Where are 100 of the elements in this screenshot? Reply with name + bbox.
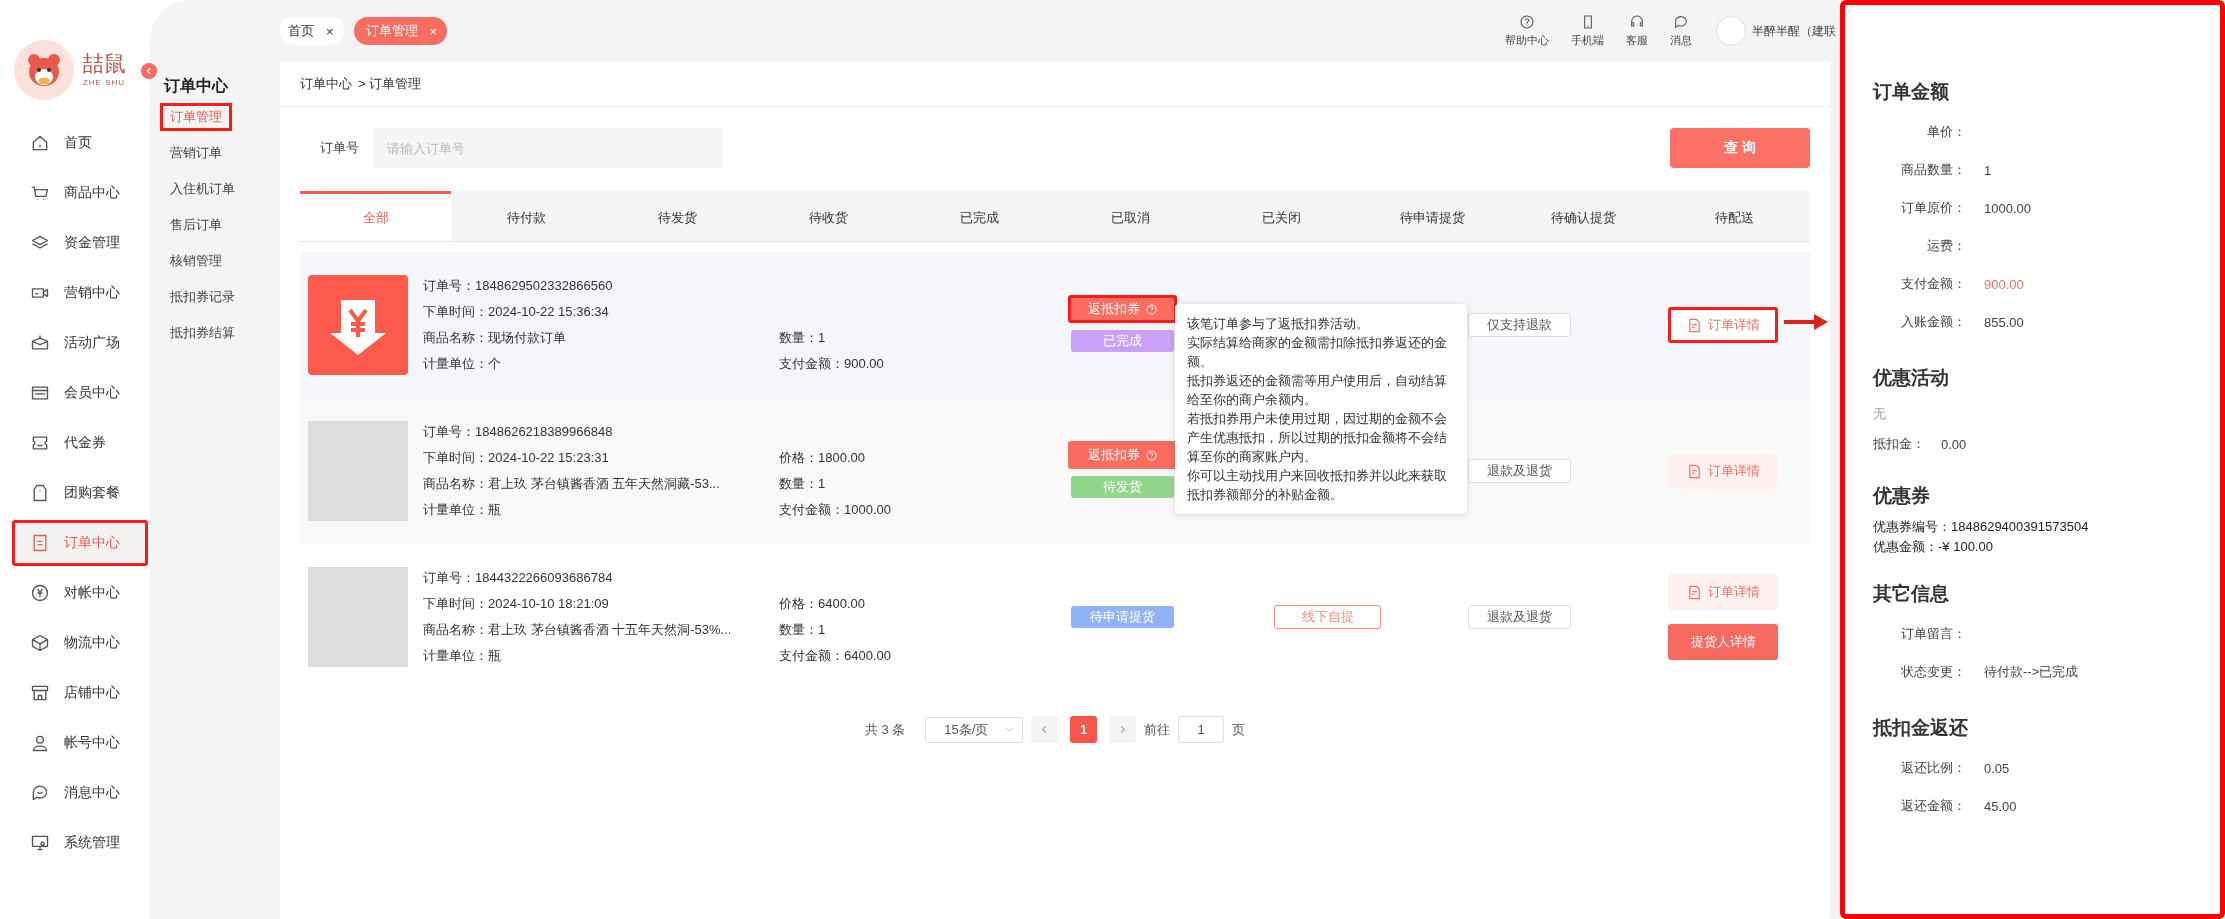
- page-number-field[interactable]: 1: [1178, 716, 1225, 743]
- status-tag: 已完成: [1071, 330, 1174, 352]
- field-label: 订单留言：: [1900, 625, 1966, 643]
- submenu-item[interactable]: 售后订单: [160, 211, 232, 239]
- order-amount-text: 数量：1: [779, 621, 827, 639]
- field-value: 待付款-->已完成: [1984, 663, 2079, 681]
- status-tab[interactable]: 待申请提货: [1357, 191, 1508, 241]
- sidebar-item[interactable]: 物流中心: [12, 620, 148, 666]
- field-value: 900.00: [1984, 276, 2024, 292]
- order-info-text: 下单时间：2024-10-22 15:36:34: [423, 303, 610, 321]
- breadcrumb-item[interactable]: > 订单管理: [358, 75, 422, 93]
- field-label: 抵扣金：: [1873, 435, 1925, 453]
- delivery-tag: 线下自提: [1274, 605, 1381, 629]
- submenu-item[interactable]: 抵扣券结算: [160, 319, 245, 347]
- tab-label[interactable]: 首页: [288, 22, 314, 40]
- submenu-item[interactable]: 入住机订单: [160, 175, 245, 203]
- page-size-select[interactable]: 15条/页: [925, 716, 1024, 743]
- chevron-right-icon: [1118, 725, 1128, 734]
- header-action-button[interactable]: 帮助中心: [1501, 14, 1553, 48]
- help-icon: [1519, 14, 1535, 30]
- status-tab[interactable]: 待发货: [602, 191, 753, 241]
- chevron-left-icon: [145, 67, 153, 75]
- field-label: 优惠金额：: [1873, 538, 1938, 556]
- submenu-item[interactable]: 营销订单: [160, 139, 232, 167]
- field-label: 支付金额：: [1900, 275, 1966, 293]
- status-tab[interactable]: 已完成: [904, 191, 1055, 241]
- sidebar-item[interactable]: 系统管理: [12, 820, 148, 866]
- close-icon[interactable]: ×: [326, 23, 334, 39]
- section-heading: 其它信息: [1873, 582, 1950, 606]
- help-icon[interactable]: [1146, 449, 1157, 461]
- field-label: 返还金额：: [1900, 797, 1966, 815]
- field-value: 45.00: [1984, 798, 2017, 814]
- store-icon: [30, 683, 50, 703]
- submenu-item[interactable]: 抵扣券记录: [160, 283, 245, 311]
- order-info-text: 计量单位：个: [423, 355, 502, 373]
- status-tab[interactable]: 已关闭: [1206, 191, 1357, 241]
- next-page-button[interactable]: [1109, 716, 1137, 743]
- empty-note: 无: [1873, 405, 1887, 423]
- chevron-down-icon: [1005, 725, 1015, 734]
- section-heading: 抵扣金返还: [1873, 716, 1969, 740]
- monitor-gear-icon: [30, 833, 50, 853]
- submenu-item[interactable]: 核销管理: [160, 247, 232, 275]
- field-label: 订单原价：: [1900, 199, 1966, 217]
- tooltip-text: 你可以主动找用户来回收抵扣券并以此来获取抵扣券额部分的补贴金额。: [1187, 467, 1448, 504]
- status-tag: 待发货: [1071, 476, 1174, 498]
- order-amount-text: 支付金额：1000.00: [779, 501, 892, 519]
- header-action-button[interactable]: 手机端: [1567, 14, 1608, 48]
- document-icon: [1686, 317, 1702, 333]
- sidebar-item[interactable]: 资金管理: [12, 220, 148, 266]
- avatar[interactable]: [1716, 16, 1746, 46]
- sidebar-item[interactable]: 店铺中心: [12, 670, 148, 716]
- order-info-text: 计量单位：瓶: [423, 647, 502, 665]
- refund-button[interactable]: 仅支持退款: [1468, 313, 1571, 337]
- refund-button[interactable]: 退款及退货: [1468, 459, 1571, 483]
- status-tab[interactable]: 待付款: [451, 191, 602, 241]
- sidebar-item[interactable]: 会员中心: [12, 370, 148, 416]
- previous-page-button[interactable]: [1031, 716, 1059, 743]
- field-value: 855.00: [1984, 314, 2024, 330]
- sidebar-item[interactable]: 营销中心: [12, 270, 148, 316]
- field-value: 1000.00: [1984, 200, 2031, 216]
- tooltip-text: 实际结算给商家的金额需扣除抵扣券返还的金额。: [1187, 334, 1448, 371]
- total-count: 共 3 条: [864, 720, 906, 739]
- logo-subtitle: ZHE SHU: [82, 78, 126, 87]
- field-value: 0.00: [1941, 436, 1967, 452]
- cube-icon: [30, 633, 50, 653]
- header-action-button[interactable]: 消息: [1666, 14, 1696, 48]
- sidebar-item[interactable]: 活动广场: [12, 320, 148, 366]
- sidebar-item[interactable]: 对帐中心: [12, 570, 148, 616]
- breadcrumb-item[interactable]: 订单中心: [300, 75, 352, 93]
- sidebar-item[interactable]: 商品中心: [12, 170, 148, 216]
- order-info-text: 计量单位：瓶: [423, 501, 502, 519]
- sidebar-item[interactable]: 团购套餐: [12, 470, 148, 516]
- document-icon: [1686, 463, 1702, 479]
- field-label: 优惠券编号：: [1873, 518, 1951, 536]
- payment-icon: [308, 275, 408, 375]
- order-amount-text: 支付金额：6400.00: [779, 647, 892, 665]
- section-heading: 优惠券: [1873, 484, 1931, 508]
- field-label: 入账金额：: [1900, 313, 1966, 331]
- status-tab[interactable]: 待配送: [1659, 191, 1810, 241]
- status-tag: 待申请提货: [1071, 606, 1174, 628]
- help-icon[interactable]: [1146, 303, 1157, 315]
- field-value: 1: [1984, 162, 1992, 178]
- field-value: -¥ 100.00: [1938, 538, 1993, 556]
- status-tab[interactable]: 待确认提货: [1508, 191, 1659, 241]
- sidebar-item[interactable]: 首页: [12, 120, 148, 166]
- sidebar-item[interactable]: 帐号中心: [12, 720, 148, 766]
- hamster-logo-icon: [14, 40, 74, 100]
- sidebar-item[interactable]: 消息中心: [12, 770, 148, 816]
- submenu-title: 订单中心: [162, 76, 228, 96]
- user-name[interactable]: 半醉半醒（建联: [1752, 22, 1836, 40]
- order-amount-text: 价格：6400.00: [779, 595, 866, 613]
- refund-button[interactable]: 退款及退货: [1468, 605, 1571, 629]
- sidebar-item[interactable]: 代金券: [12, 420, 148, 466]
- box-icon: [30, 333, 50, 353]
- page-suffix: 页: [1232, 720, 1246, 739]
- status-tab[interactable]: 待收货: [753, 191, 904, 241]
- page-tab[interactable]: 首页 ×: [280, 17, 344, 45]
- field-label: 状态变更：: [1900, 663, 1966, 681]
- header-action-button[interactable]: 客服: [1622, 14, 1652, 48]
- status-tab[interactable]: 已取消: [1055, 191, 1206, 241]
